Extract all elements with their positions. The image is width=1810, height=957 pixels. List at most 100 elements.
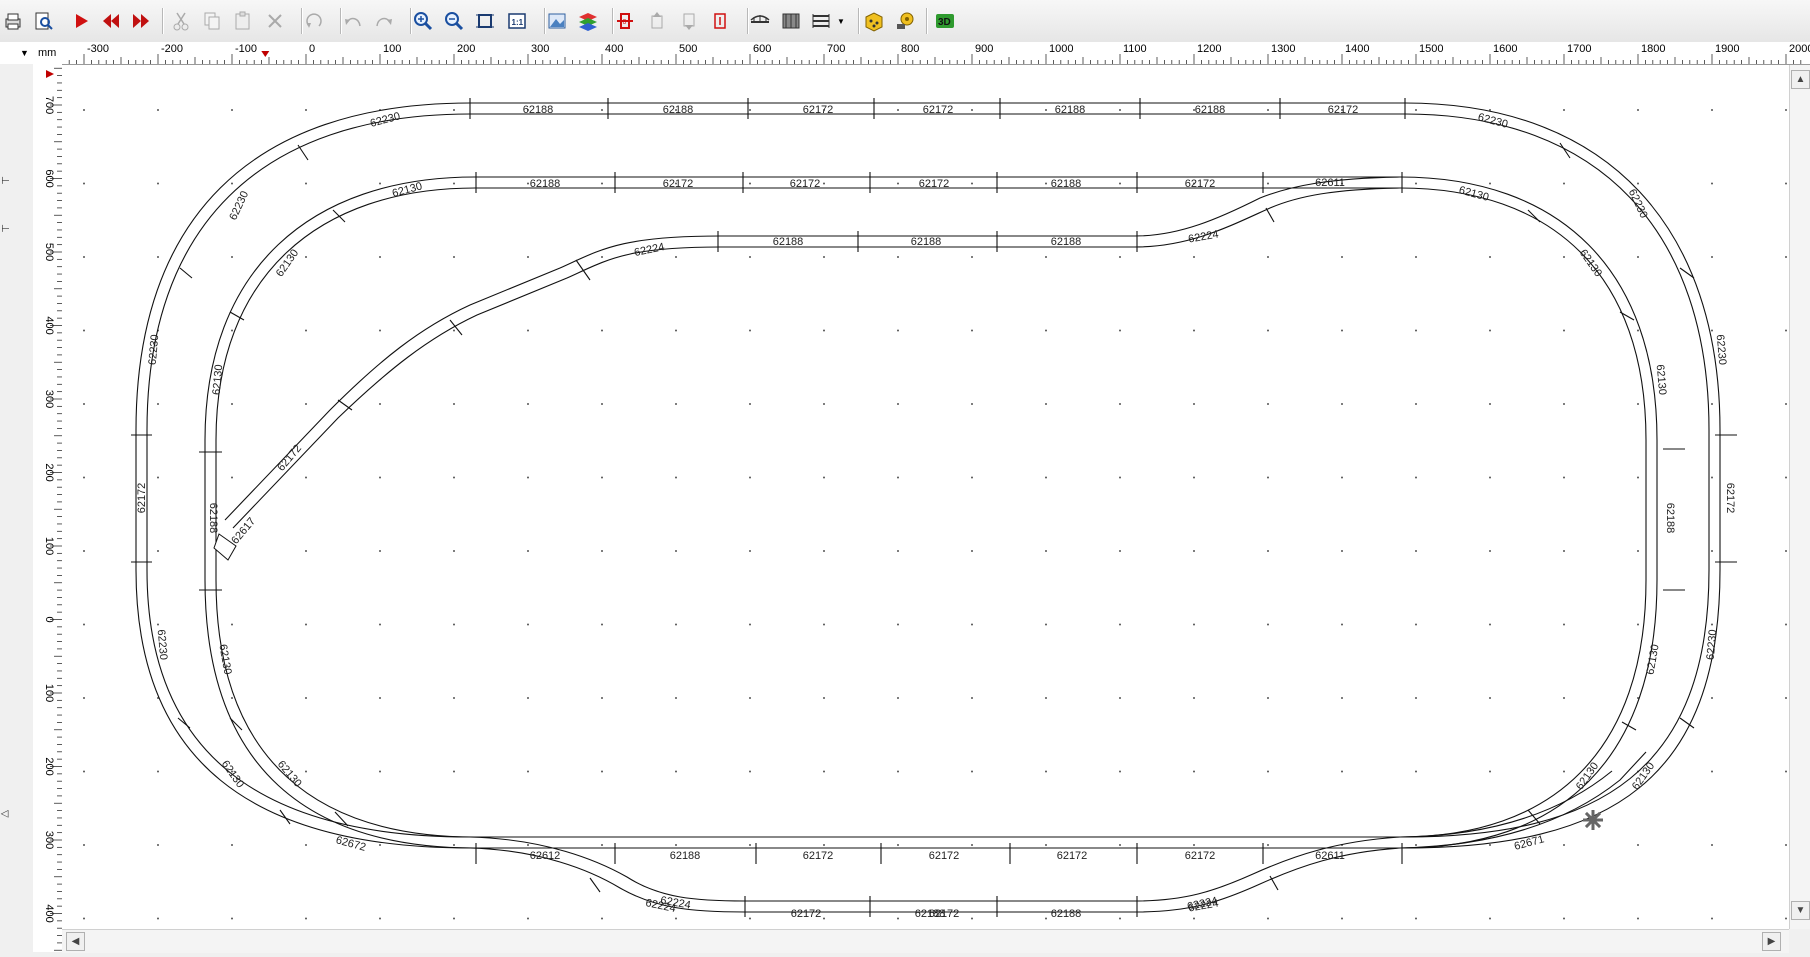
view-3d-label: 3D [938, 17, 951, 28]
selection-star-icon[interactable] [1583, 810, 1603, 830]
step-forward-button[interactable] [129, 9, 153, 33]
zoom-actual-button[interactable]: 1:1 [505, 9, 529, 33]
horizontal-scrollbar[interactable]: ◀ ▶ [62, 929, 1789, 953]
unit-dropdown-icon[interactable]: ▼ [20, 48, 29, 58]
scroll-right-button[interactable]: ▶ [1762, 932, 1781, 951]
bridge-icon [750, 15, 770, 23]
measure-button[interactable] [893, 9, 917, 33]
track-part-label: 62130 [1577, 247, 1604, 279]
ruler-x-label: 600 [753, 43, 771, 55]
ruler-y-label: 300 [43, 390, 55, 408]
print-preview-button[interactable] [31, 9, 55, 33]
ruler-corner[interactable]: ▼ mm [0, 42, 63, 65]
layers-button[interactable] [576, 9, 600, 33]
scroll-down-button[interactable]: ▼ [1791, 901, 1810, 920]
svg-text:0: 0 [623, 19, 627, 26]
print-button[interactable] [1, 9, 25, 33]
track-part-label: 62172 [803, 850, 834, 862]
cursor-x-marker [261, 51, 270, 57]
track-part-label: 62230 [1705, 629, 1720, 661]
track-layout[interactable] [131, 98, 1737, 917]
ramp-up-icon [651, 12, 663, 29]
track-rail[interactable] [204, 176, 1658, 849]
undo-button[interactable] [341, 9, 365, 33]
paste-button[interactable] [231, 9, 255, 33]
track-part-label: 62172 [1724, 483, 1736, 514]
track-part-label: 62130 [274, 247, 301, 279]
delete-button[interactable] [263, 9, 287, 33]
track-rail[interactable] [469, 836, 1401, 902]
track-joint [297, 144, 309, 161]
ruler-y-label: 0 [43, 616, 55, 622]
view-3d-button[interactable]: 3D [933, 9, 957, 33]
step-back-button[interactable] [99, 9, 123, 33]
horizontal-ruler: -300 -200 -100 0 100 200 300 400 500 600 700 800 900… [62, 42, 1810, 65]
run-button[interactable] [69, 9, 93, 33]
track-part-label: 62224 [1187, 228, 1219, 245]
track-joint [279, 809, 291, 825]
step-back-icon [103, 14, 119, 28]
tunnel-button[interactable] [779, 9, 803, 33]
rotate-button[interactable] [302, 9, 326, 33]
ruler-y-label: 100 [43, 537, 55, 555]
track-parts-icon [812, 14, 830, 28]
ramp-down-button[interactable] [677, 9, 701, 33]
undo-icon [345, 17, 361, 27]
copy-button[interactable] [200, 9, 224, 33]
left-panel-strip: ⊥ ⊥ ▽ [0, 64, 34, 952]
ruler-y-label: 100 [43, 684, 55, 702]
track-part-label: 62172 [1057, 850, 1088, 862]
track-rail[interactable] [135, 102, 1721, 849]
background-image-button[interactable] [545, 9, 569, 33]
track-rail[interactable] [146, 113, 1710, 838]
track-part-label: 62172 [929, 908, 960, 920]
ruler-x-label: 100 [383, 43, 401, 55]
layers-icon [579, 13, 597, 31]
vertical-ruler: 700 600 500 400 300 200 100 0 100 200 300 400 [33, 64, 63, 952]
track-parts-button[interactable] [809, 9, 833, 33]
height-marker-icon [714, 13, 726, 29]
ramp-down-icon [683, 13, 695, 30]
zoom-fit-button[interactable] [473, 9, 497, 33]
track-rail[interactable] [1399, 751, 1647, 849]
zoom-fit-icon [476, 14, 494, 28]
cut-button[interactable] [169, 9, 193, 33]
redo-button[interactable] [372, 9, 396, 33]
height-tool-icon: 0 [617, 13, 633, 29]
track-part-label: 62172 [791, 908, 822, 920]
parts-list-button[interactable] [861, 9, 885, 33]
track-parts-dropdown-icon[interactable]: ▼ [836, 9, 846, 33]
track-part-label: 62130 [216, 643, 233, 675]
track-joint [589, 877, 601, 893]
track-part-label: 62188 [1051, 178, 1082, 190]
track-rail[interactable] [232, 187, 1401, 529]
track-part-label: 62230 [1626, 187, 1650, 220]
height-tool-button[interactable]: 0 [613, 9, 637, 33]
scroll-up-button[interactable]: ▲ [1791, 70, 1810, 89]
ruler-x-label: 700 [827, 43, 845, 55]
track-part-label: 62130 [219, 758, 246, 790]
track-part-label: 62172 [136, 483, 148, 514]
height-marker-button[interactable] [708, 9, 732, 33]
ruler-x-label: 1400 [1345, 43, 1369, 55]
track-part-label: 62172 [663, 178, 694, 190]
track-rail[interactable] [215, 187, 1647, 838]
scroll-left-button[interactable]: ◀ [66, 932, 85, 951]
track-part-label: 62172 [923, 104, 954, 116]
bridge-button[interactable] [748, 9, 772, 33]
track-part-label: 62612 [530, 850, 561, 862]
measure-icon [897, 12, 914, 29]
ruler-x-label: -100 [235, 43, 257, 55]
zoom-out-button[interactable] [442, 9, 466, 33]
vertical-scrollbar[interactable]: ▲ ▼ [1789, 65, 1810, 929]
track-part-label: 62671 [1513, 833, 1546, 853]
track-joint [1265, 207, 1275, 223]
layout-canvas[interactable]: 62230 62188 62188 62172 62172 62188 62188 62172… [62, 65, 1789, 929]
track-part-label: 62188 [530, 178, 561, 190]
track-part-label: 62172 [1328, 104, 1359, 116]
ramp-up-button[interactable] [645, 9, 669, 33]
track-joint [179, 267, 193, 279]
zoom-actual-icon: 1:1 [508, 13, 526, 29]
ruler-x-label: 200 [457, 43, 475, 55]
zoom-in-button[interactable] [411, 9, 435, 33]
